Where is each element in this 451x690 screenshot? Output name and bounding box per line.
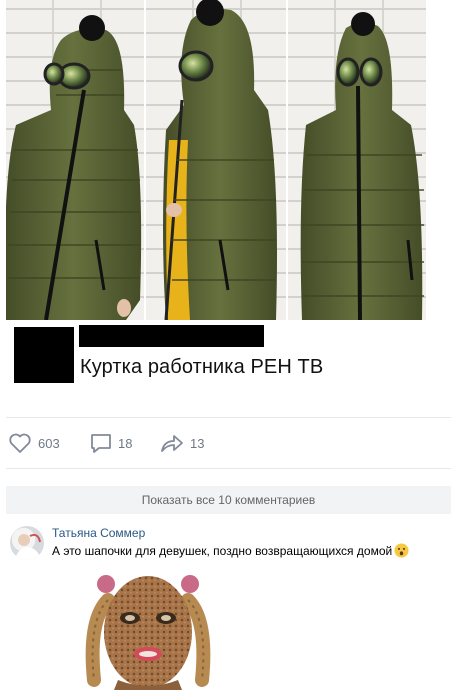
jacket-middle bbox=[163, 0, 277, 320]
likes-count: 603 bbox=[38, 435, 60, 451]
comment-button[interactable]: 18 bbox=[90, 430, 132, 456]
divider bbox=[6, 468, 451, 469]
commenter-avatar[interactable] bbox=[10, 526, 44, 560]
censored-avatar bbox=[14, 327, 74, 383]
avatar-image bbox=[16, 533, 41, 560]
like-button[interactable]: 603 bbox=[8, 430, 60, 456]
show-all-comments-button[interactable]: Показать все 10 комментариев bbox=[6, 486, 451, 514]
post-content: Куртка работника РЕН ТВ bbox=[14, 325, 394, 385]
shares-count: 13 bbox=[190, 435, 205, 451]
jacket-right bbox=[300, 12, 424, 320]
heart-icon bbox=[9, 433, 31, 453]
post-photo[interactable] bbox=[6, 0, 426, 320]
share-arrow-icon bbox=[161, 435, 183, 452]
comment-text-row: А это шапочки для девушек, поздно возвра… bbox=[52, 543, 409, 558]
comment-icon bbox=[91, 434, 111, 453]
post-caption: Куртка работника РЕН ТВ bbox=[80, 356, 324, 378]
comment-photo[interactable] bbox=[78, 570, 218, 690]
divider bbox=[6, 417, 451, 418]
censored-author-name bbox=[79, 325, 264, 347]
comment-text: А это шапочки для девушек, поздно возвра… bbox=[52, 544, 393, 558]
comment-author[interactable]: Татьяна Соммер bbox=[52, 526, 145, 540]
knitted-mask-photo bbox=[85, 575, 211, 690]
jacket-left bbox=[6, 15, 142, 320]
surprised-face-emoji bbox=[394, 543, 409, 558]
post-actions: 603 18 13 bbox=[8, 430, 308, 456]
comment: Татьяна Соммер А это шапочки для девушек… bbox=[6, 522, 451, 690]
share-button[interactable]: 13 bbox=[160, 430, 204, 456]
comments-count: 18 bbox=[118, 435, 133, 451]
jackets-illustration bbox=[6, 0, 424, 320]
